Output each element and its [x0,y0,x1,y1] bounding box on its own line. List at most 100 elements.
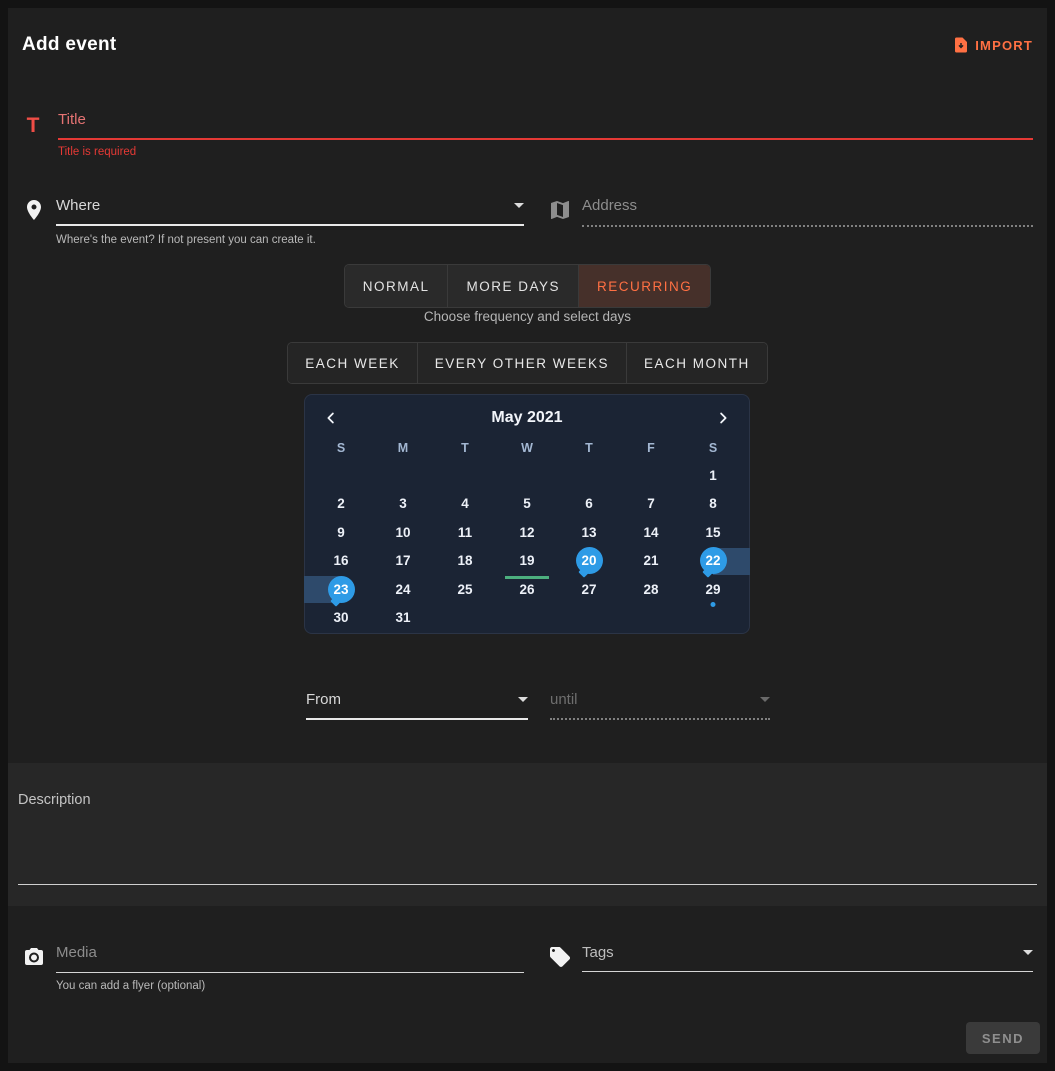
calendar-day-empty [558,604,620,633]
calendar-header: May 2021 [310,401,744,435]
calendar-day-number: 13 [581,525,596,540]
calendar-day-17[interactable]: 17 [372,547,434,576]
calendar-day-number: 2 [337,496,345,511]
calendar-day-5[interactable]: 5 [496,490,558,519]
calendar-day-number: 8 [709,496,717,511]
calendar-day-number: 7 [647,496,655,511]
title-input[interactable] [58,111,1033,128]
calendar-day-20[interactable]: 20 [558,547,620,576]
tags-select-value: Tags [582,944,614,961]
calendar-day-number: 24 [395,582,410,597]
calendar-day-9[interactable]: 9 [310,518,372,547]
description-label: Description [18,792,91,808]
calendar-day-30[interactable]: 30 [310,604,372,633]
calendar-day-26[interactable]: 26 [496,575,558,604]
calendar-next-button[interactable] [712,407,734,429]
calendar-day-number: 17 [395,553,410,568]
tab-more-days[interactable]: MORE DAYS [448,265,579,307]
calendar-day-1[interactable]: 1 [682,461,744,490]
calendar-day-31[interactable]: 31 [372,604,434,633]
location-row: Where Where's the event? If not present … [22,197,1033,227]
calendar-weekday-header: S [310,435,372,461]
until-select[interactable]: until [550,691,770,720]
calendar-day-6[interactable]: 6 [558,490,620,519]
calendar-day-12[interactable]: 12 [496,518,558,547]
calendar-day-8[interactable]: 8 [682,490,744,519]
calendar-day-3[interactable]: 3 [372,490,434,519]
calendar-day-2[interactable]: 2 [310,490,372,519]
location-pin-icon [22,198,46,222]
where-select[interactable]: Where [56,197,524,226]
calendar-day-number: 12 [519,525,534,540]
calendar-weekday-header: T [434,435,496,461]
calendar-day-number: 9 [337,525,345,540]
tags-field: Tags [548,944,1033,973]
import-file-icon [952,36,970,54]
calendar-day-22[interactable]: 22 [682,547,744,576]
calendar-week-row: 2 3 4 5 6 7 8 [310,490,744,519]
calendar-day-number: 3 [399,496,407,511]
send-button[interactable]: SEND [966,1022,1040,1054]
media-input[interactable] [56,944,524,961]
tab-recurring[interactable]: RECURRING [579,265,710,307]
calendar-day-19[interactable]: 19 [496,547,558,576]
calendar-day-11[interactable]: 11 [434,518,496,547]
calendar-week-row: 9 10 11 12 13 14 15 [310,518,744,547]
calendar-day-27[interactable]: 27 [558,575,620,604]
tab-normal[interactable]: NORMAL [345,265,449,307]
address-field [548,197,1033,227]
description-section: Description [8,763,1047,906]
calendar-day-number: 10 [395,525,410,540]
calendar-day-number: 26 [519,582,534,597]
media-field: You can add a flyer (optional) [22,944,524,973]
calendar-day-number: 6 [585,496,593,511]
calendar-day-21[interactable]: 21 [620,547,682,576]
title-field: T Title is required [22,111,1033,158]
calendar-day-7[interactable]: 7 [620,490,682,519]
calendar-day-number: 1 [709,468,717,483]
where-field: Where Where's the event? If not present … [22,197,524,227]
import-button-label: IMPORT [975,38,1033,53]
where-helper-text: Where's the event? If not present you ca… [56,234,316,246]
calendar-day-14[interactable]: 14 [620,518,682,547]
calendar-weekday-header: F [620,435,682,461]
calendar-day-number: 27 [581,582,596,597]
calendar-weekday-header: M [372,435,434,461]
calendar: May 2021 SMTWTFS 12345678910111213141516… [304,394,750,634]
calendar-day-empty [682,604,744,633]
calendar-day-18[interactable]: 18 [434,547,496,576]
calendar-day-10[interactable]: 10 [372,518,434,547]
calendar-day-24[interactable]: 24 [372,575,434,604]
frequency-tabs: EACH WEEKEVERY OTHER WEEKSEACH MONTH [287,342,768,384]
calendar-day-28[interactable]: 28 [620,575,682,604]
calendar-day-16[interactable]: 16 [310,547,372,576]
add-event-dialog: Add event IMPORT T Title is required Whe… [8,8,1047,1063]
import-button[interactable]: IMPORT [952,36,1033,54]
calendar-day-29[interactable]: 29 [682,575,744,604]
calendar-day-25[interactable]: 25 [434,575,496,604]
calendar-day-empty [434,604,496,633]
calendar-day-23[interactable]: 23 [310,575,372,604]
calendar-day-number: 14 [643,525,658,540]
from-select[interactable]: From [306,691,528,720]
calendar-day-number: 28 [643,582,658,597]
calendar-day-15[interactable]: 15 [682,518,744,547]
title-error-text: Title is required [58,146,1033,158]
calendar-prev-button[interactable] [320,407,342,429]
chevron-down-icon [1023,950,1033,955]
where-select-value: Where [56,197,100,214]
calendar-weekday-header: T [558,435,620,461]
calendar-day-number: 4 [461,496,469,511]
description-textarea[interactable] [18,813,1037,885]
address-input[interactable] [582,197,1033,214]
calendar-day-4[interactable]: 4 [434,490,496,519]
calendar-week-row: 23 24 25 26 27 28 29 [310,575,744,604]
frequency-tab-every-other-weeks[interactable]: EVERY OTHER WEEKS [418,343,627,383]
frequency-tab-each-week[interactable]: EACH WEEK [288,343,418,383]
tags-select[interactable]: Tags [582,944,1033,972]
calendar-weekday-header: W [496,435,558,461]
calendar-week-row: 16 17 1819202122 [310,547,744,576]
calendar-day-number: 23 [328,576,355,603]
calendar-day-13[interactable]: 13 [558,518,620,547]
frequency-tab-each-month[interactable]: EACH MONTH [627,343,767,383]
